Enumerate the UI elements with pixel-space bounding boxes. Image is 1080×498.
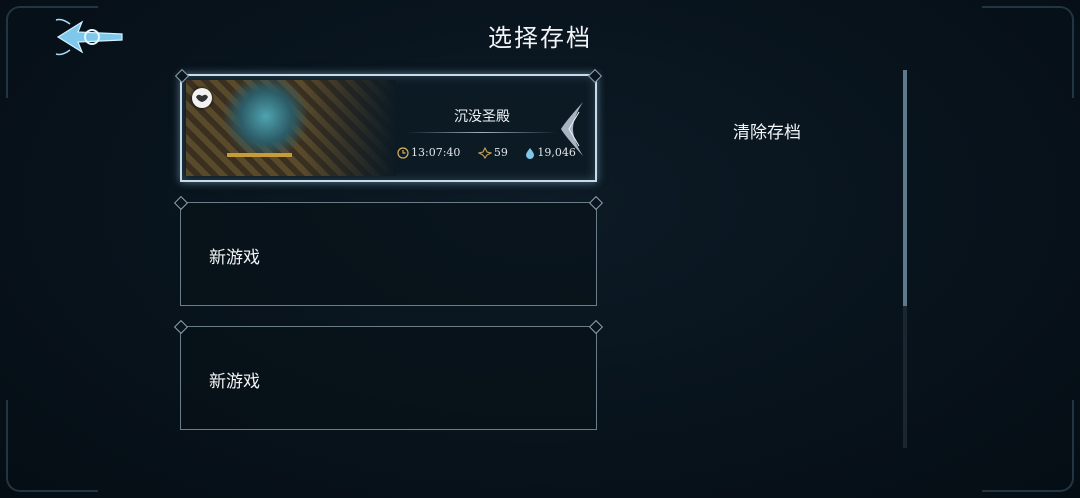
heart-emblem-icon xyxy=(192,88,212,108)
frame-corner-bottom-right xyxy=(982,400,1074,492)
slot-ornament-icon xyxy=(561,102,583,156)
level-sigil-icon xyxy=(477,146,492,159)
new-game-label: 新游戏 xyxy=(209,248,260,268)
page-title: 选择存档 xyxy=(488,24,592,52)
water-drop-icon xyxy=(526,147,535,159)
clock-icon xyxy=(397,146,409,159)
frame-corner-bottom-left xyxy=(6,400,98,492)
save-area-name: 沉没圣殿 xyxy=(454,109,510,125)
save-thumbnail xyxy=(186,80,396,176)
player-level: 59 xyxy=(493,146,508,159)
play-time: 13:07:40 xyxy=(411,146,461,159)
thumbnail-progress-bar xyxy=(227,153,292,157)
save-slot-1[interactable]: 沉没圣殿 13:07:40 59 19,046 xyxy=(180,74,597,182)
scrollbar-thumb[interactable] xyxy=(903,70,907,306)
clear-save-button[interactable]: 清除存档 xyxy=(733,118,801,143)
save-slot-2[interactable]: 新游戏 xyxy=(180,202,597,306)
new-game-label: 新游戏 xyxy=(209,372,260,392)
divider xyxy=(407,132,557,133)
save-slot-3[interactable]: 新游戏 xyxy=(180,326,597,430)
